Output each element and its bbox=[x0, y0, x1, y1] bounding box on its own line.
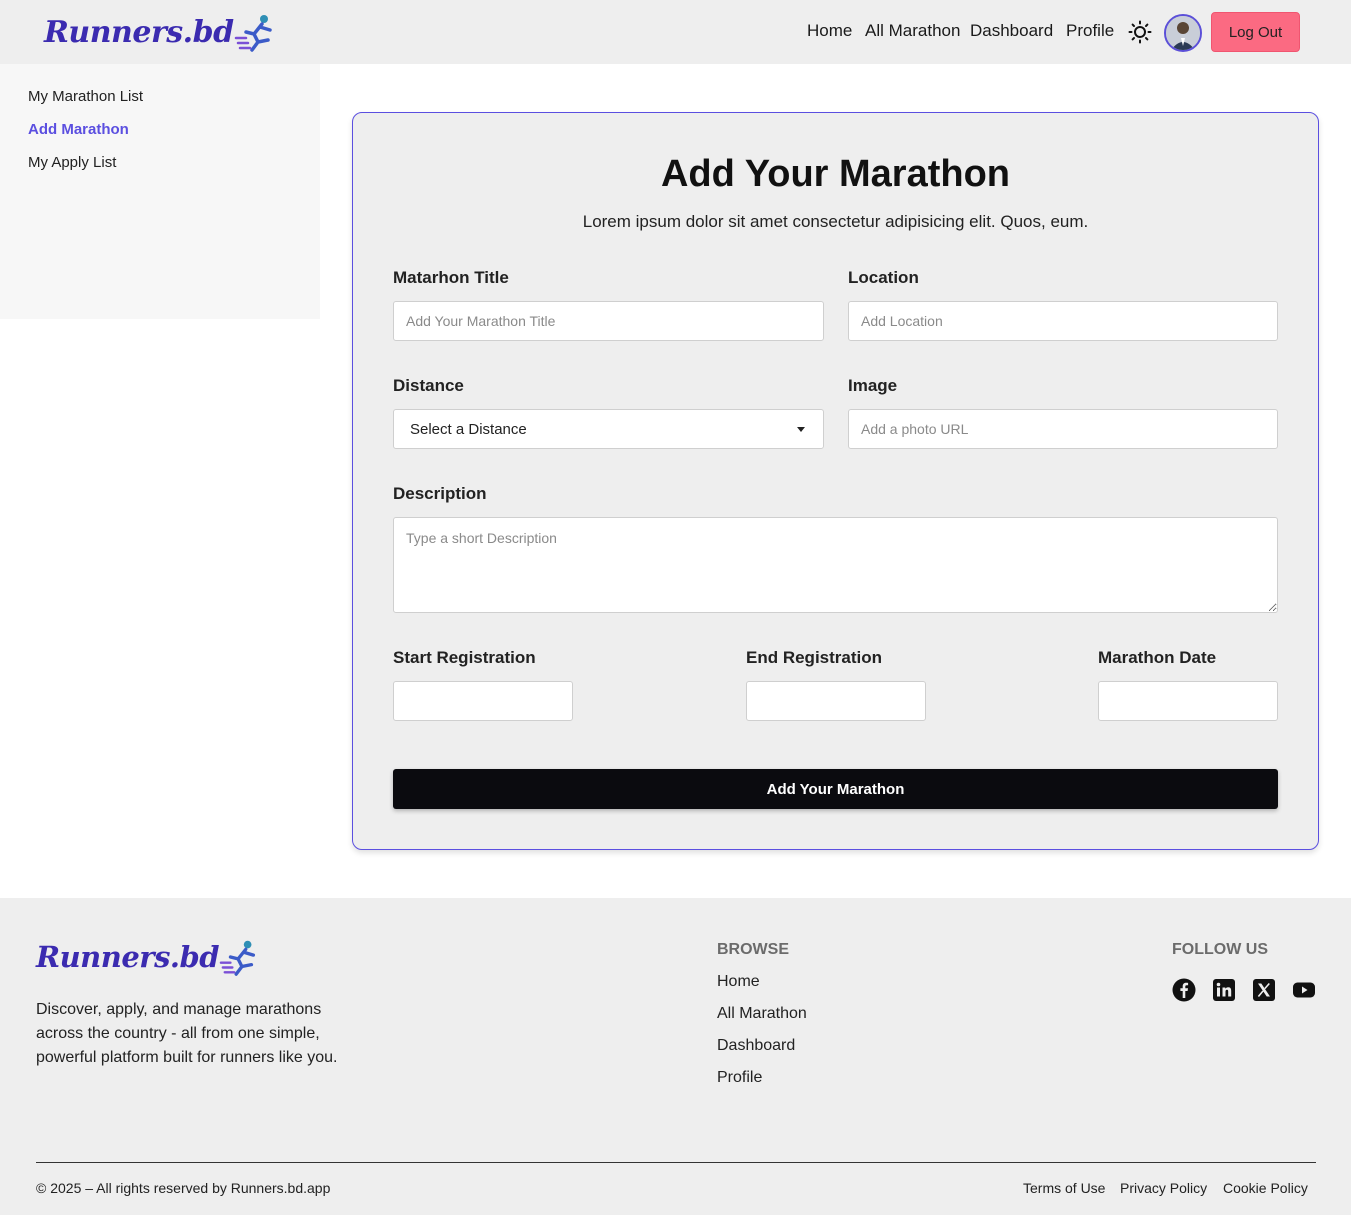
sidebar-item-add-marathon[interactable]: Add Marathon bbox=[28, 121, 129, 138]
end-registration-label: End Registration bbox=[746, 648, 883, 667]
footer-description: Discover, apply, and manage marathons ac… bbox=[36, 1001, 338, 1066]
distance-select[interactable]: Select a Distance bbox=[393, 409, 824, 449]
marathon-title-label: Matarhon Title bbox=[393, 268, 509, 287]
footer-divider bbox=[36, 1162, 1316, 1163]
follow-heading: FOLLOW US bbox=[1172, 941, 1268, 958]
runner-icon bbox=[234, 15, 272, 52]
sidebar-item-my-apply-list[interactable]: My Apply List bbox=[28, 154, 116, 171]
distance-label: Distance bbox=[393, 376, 464, 395]
footer: Runners.bd Discover, apply, and manage m… bbox=[0, 898, 1351, 1215]
location-input[interactable] bbox=[848, 301, 1278, 341]
cookie-policy-link[interactable]: Cookie Policy bbox=[1223, 1180, 1308, 1196]
form-subtitle: Lorem ipsum dolor sit amet consectetur a… bbox=[582, 212, 1089, 231]
marathon-date-input[interactable] bbox=[1098, 681, 1278, 721]
sidebar-item-my-marathon-list[interactable]: My Marathon List bbox=[28, 88, 143, 105]
marathon-title-input[interactable] bbox=[393, 301, 824, 341]
sidebar: My Marathon List Add Marathon My Apply L… bbox=[0, 64, 320, 319]
footer-link-home[interactable]: Home bbox=[717, 973, 760, 991]
start-registration-date-input[interactable] bbox=[393, 681, 573, 721]
youtube-icon[interactable] bbox=[1292, 978, 1316, 1002]
distance-selected-value: Select a Distance bbox=[410, 420, 527, 438]
copyright-text: © 2025 – All rights reserved by Runners.… bbox=[36, 1180, 331, 1196]
image-label: Image bbox=[848, 376, 898, 395]
marathon-date-label: Marathon Date bbox=[1098, 648, 1217, 667]
user-photo-icon bbox=[1166, 16, 1200, 50]
nav-profile[interactable]: Profile bbox=[1066, 21, 1114, 41]
footer-brand-logo[interactable]: Runners.bd bbox=[36, 936, 261, 978]
footer-logo-text: Runners.bd bbox=[36, 940, 220, 974]
chevron-down-icon bbox=[797, 427, 805, 432]
nav-all-marathon[interactable]: All Marathon bbox=[865, 21, 960, 41]
terms-of-use-link[interactable]: Terms of Use bbox=[1023, 1180, 1105, 1196]
facebook-icon[interactable] bbox=[1172, 978, 1196, 1002]
x-icon[interactable] bbox=[1252, 978, 1276, 1002]
footer-link-dashboard[interactable]: Dashboard bbox=[717, 1037, 795, 1055]
image-url-input[interactable] bbox=[848, 409, 1278, 449]
sun-icon[interactable] bbox=[1128, 20, 1152, 44]
avatar[interactable] bbox=[1164, 14, 1202, 52]
top-navbar: Runners.bd Home All Marathon Dashboard P… bbox=[0, 0, 1351, 64]
nav-dashboard[interactable]: Dashboard bbox=[970, 21, 1053, 41]
add-marathon-form: Add Your Marathon Lorem ipsum dolor sit … bbox=[352, 112, 1319, 850]
runner-icon bbox=[219, 940, 256, 976]
footer-link-all-marathon[interactable]: All Marathon bbox=[717, 1005, 807, 1023]
add-marathon-submit-button[interactable]: Add Your Marathon bbox=[393, 769, 1278, 809]
end-registration-date-input[interactable] bbox=[746, 681, 926, 721]
browse-heading: BROWSE bbox=[717, 941, 789, 958]
linkedin-icon[interactable] bbox=[1212, 978, 1236, 1002]
brand-logo[interactable]: Runners.bd bbox=[44, 10, 278, 54]
form-title: Add Your Marathon bbox=[660, 153, 1011, 195]
description-textarea[interactable] bbox=[393, 517, 1278, 613]
footer-link-profile[interactable]: Profile bbox=[717, 1069, 762, 1087]
privacy-policy-link[interactable]: Privacy Policy bbox=[1120, 1180, 1207, 1196]
location-label: Location bbox=[848, 268, 919, 287]
logout-button[interactable]: Log Out bbox=[1211, 12, 1300, 52]
description-label: Description bbox=[393, 484, 487, 503]
logo-text: Runners.bd bbox=[44, 14, 234, 50]
start-registration-label: Start Registration bbox=[393, 648, 536, 667]
nav-home[interactable]: Home bbox=[807, 21, 852, 41]
